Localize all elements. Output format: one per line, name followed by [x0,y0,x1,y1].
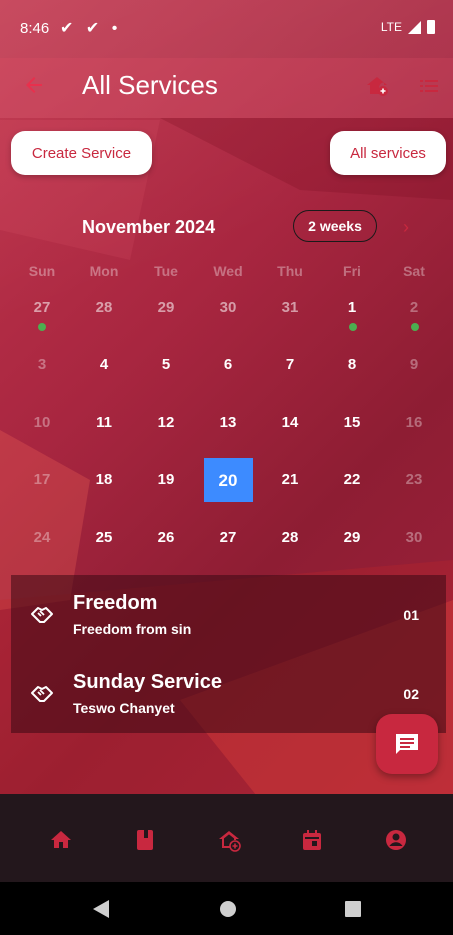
selected-day[interactable]: 20 [197,471,259,491]
calendar-day[interactable]: 8 [321,356,383,373]
status-right: LTE [381,20,435,34]
weekday-label: Thu [277,263,303,279]
calendar-day[interactable]: 14 [259,414,321,431]
calendar-day[interactable]: 31 [259,299,321,316]
calendar-day[interactable]: 7 [259,356,321,373]
network-label: LTE [380,20,402,34]
system-back-icon[interactable] [93,900,109,918]
system-recents-icon[interactable] [345,901,361,917]
calendar-day[interactable]: 17 [11,471,73,488]
event-subtitle: Teswo Chanyet [73,700,175,716]
add-location-icon[interactable] [365,74,389,98]
calendar-day[interactable]: 25 [73,529,135,546]
create-service-button[interactable]: Create Service [11,131,152,175]
back-arrow-icon[interactable] [22,73,46,97]
event-title: Freedom [73,592,158,614]
calendar-day[interactable]: 30 [383,529,445,546]
event-title: Sunday Service [73,671,222,693]
event-marker [38,323,46,331]
event-subtitle: Freedom from sin [73,621,192,637]
calendar-day[interactable]: 29 [321,529,383,546]
handshake-icon [29,680,55,706]
calendar-icon[interactable] [300,828,324,852]
calendar-day[interactable]: 15 [321,414,383,431]
event-number: 01 [403,607,419,623]
calendar-day[interactable]: 6 [197,356,259,373]
screen: 8:46 ✔ ✔ • LTE All Services Create Servi… [0,0,453,935]
calendar-day[interactable]: 19 [135,471,197,488]
calendar-day[interactable]: 2 [383,299,445,316]
bottom-nav [0,794,453,882]
home-icon[interactable] [49,828,73,852]
signal-icon [408,20,421,34]
status-time: 8:46 [20,20,50,37]
event-marker [411,323,419,331]
chevron-right-icon[interactable]: › [403,217,409,238]
account-icon[interactable] [384,828,408,852]
calendar-day[interactable]: 10 [11,414,73,431]
event-number: 02 [403,686,419,702]
status-bar: 8:46 ✔ ✔ • LTE [0,0,453,58]
calendar-day[interactable]: 27 [11,299,73,316]
add-location-icon[interactable] [217,828,241,852]
system-nav-bar [0,882,453,935]
event-list: Freedom Freedom from sin 01 Sunday Servi… [11,575,446,733]
weekday-label: Sat [403,263,425,279]
system-home-icon[interactable] [220,901,236,917]
page-title: All Services [82,70,218,100]
calendar-day[interactable]: 3 [11,356,73,373]
weekday-label: Mon [89,263,119,279]
calendar-day[interactable]: 9 [383,356,445,373]
notification-icons: ✔ ✔ • [60,20,122,37]
battery-icon [427,20,435,34]
format-toggle-button[interactable]: 2 weeks [293,210,377,242]
calendar-day[interactable]: 13 [197,414,259,431]
calendar-day[interactable]: 11 [73,414,135,431]
calendar-day[interactable]: 4 [73,356,135,373]
chat-fab-button[interactable] [376,714,438,774]
chat-icon [396,734,418,754]
weekday-label: Tue [154,263,178,279]
event-item[interactable]: Freedom Freedom from sin 01 [11,575,446,654]
calendar-day[interactable]: 18 [73,471,135,488]
calendar-day[interactable]: 23 [383,471,445,488]
calendar-day[interactable]: 28 [259,529,321,546]
calendar-day[interactable]: 16 [383,414,445,431]
app-bar: All Services [0,58,453,118]
calendar-day[interactable]: 27 [197,529,259,546]
all-services-button[interactable]: All services [330,131,446,175]
calendar-day[interactable]: 30 [197,299,259,316]
weekday-label: Wed [213,263,243,279]
weekday-label: Fri [343,263,361,279]
event-marker [349,323,357,331]
calendar-day[interactable]: 24 [11,529,73,546]
calendar-day[interactable]: 5 [135,356,197,373]
calendar-day[interactable]: 26 [135,529,197,546]
handshake-icon [29,601,55,627]
calendar-day[interactable]: 22 [321,471,383,488]
calendar-header: November 2024 2 weeks › [0,205,453,245]
calendar-day[interactable]: 1 [321,299,383,316]
list-icon[interactable] [417,74,441,98]
calendar-day[interactable]: 12 [135,414,197,431]
weekday-label: Sun [28,263,56,279]
calendar-day[interactable]: 21 [259,471,321,488]
calendar-day[interactable]: 29 [135,299,197,316]
book-icon[interactable] [133,828,157,852]
calendar-day[interactable]: 28 [73,299,135,316]
calendar-month-title: November 2024 [82,217,216,237]
